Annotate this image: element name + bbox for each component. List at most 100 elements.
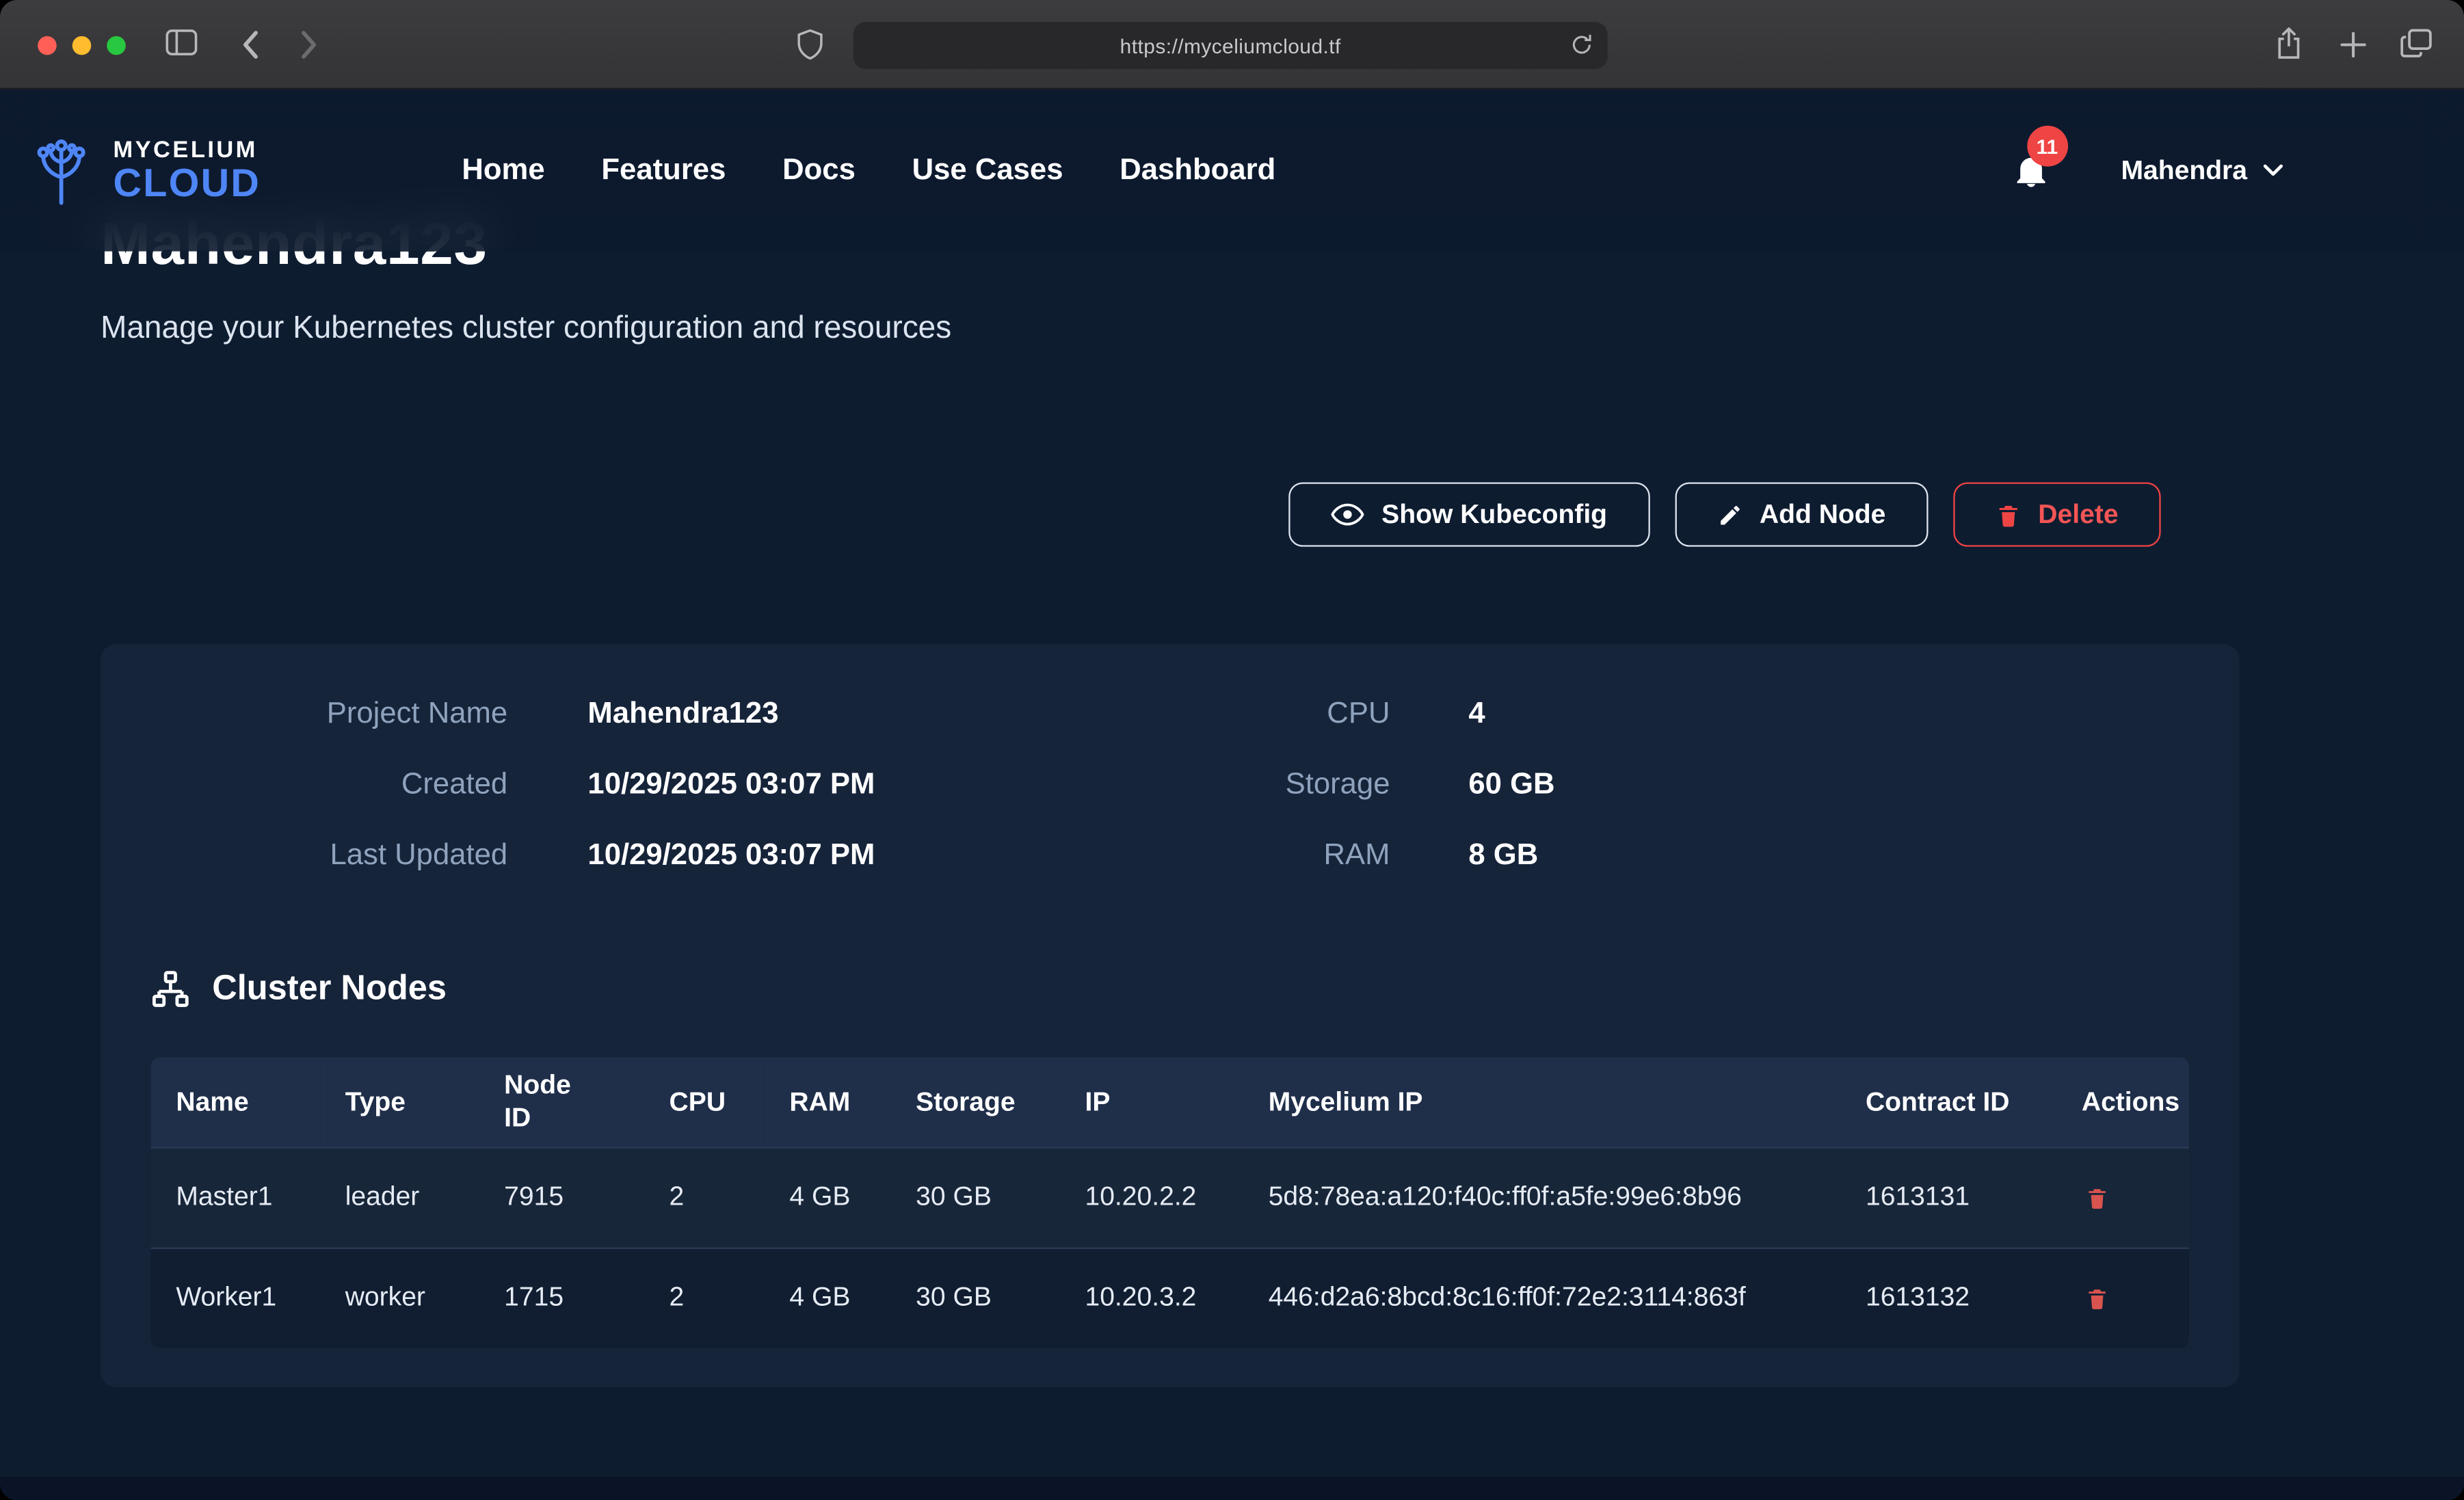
cell-storage: 30 GB	[890, 1248, 1059, 1348]
main-nav: Home Features Docs Use Cases Dashboard	[462, 153, 1275, 188]
cell-actions	[2056, 1147, 2189, 1247]
add-node-button[interactable]: Add Node	[1675, 482, 1929, 546]
tab-overview-icon[interactable]	[2400, 28, 2433, 58]
brand-name-bottom: CLOUD	[113, 164, 261, 203]
cell-cpu: 2	[644, 1147, 765, 1247]
delete-label: Delete	[2038, 499, 2118, 531]
cell-contract-id: 1613132	[1840, 1248, 2056, 1348]
detail-row: Project Name Mahendra123	[151, 691, 1170, 738]
cluster-nodes-icon	[151, 969, 190, 1008]
notifications-button[interactable]: 11	[2013, 152, 2049, 189]
nodes-table: Name Type Node ID CPU RAM Storage IP Myc…	[151, 1057, 2189, 1348]
cell-name: Master1	[151, 1147, 320, 1247]
nav-home[interactable]: Home	[462, 153, 544, 188]
detail-label: Last Updated	[151, 839, 508, 874]
table-row: Worker1 worker 1715 2 4 GB 30 GB 10.20.3…	[151, 1248, 2189, 1348]
detail-value: Mahendra123	[587, 697, 778, 732]
col-ip: IP	[1060, 1057, 1243, 1147]
detail-label: Created	[151, 768, 508, 803]
cell-mycelium-ip: 446:d2a6:8bcd:8c16:ff0f:72e2:3114:863f	[1243, 1248, 1840, 1348]
new-tab-icon[interactable]	[2340, 31, 2367, 58]
cell-contract-id: 1613131	[1840, 1147, 2056, 1247]
row-delete-button[interactable]	[2082, 1283, 2112, 1313]
col-node-id: Node ID	[479, 1057, 644, 1147]
brand-logo[interactable]: MYCELIUM CLOUD	[25, 134, 261, 206]
col-name: Name	[151, 1057, 320, 1147]
detail-label: RAM	[1170, 839, 1390, 874]
cell-storage: 30 GB	[890, 1147, 1059, 1247]
user-name: Mahendra	[2121, 155, 2247, 186]
detail-row: RAM 8 GB	[1170, 833, 2189, 880]
trash-icon	[2084, 1186, 2108, 1209]
cell-node-id: 7915	[479, 1147, 644, 1247]
table-header-row: Name Type Node ID CPU RAM Storage IP Myc…	[151, 1057, 2189, 1147]
cell-type: leader	[320, 1147, 479, 1247]
nav-dashboard[interactable]: Dashboard	[1120, 153, 1275, 188]
detail-value: 4	[1468, 697, 1485, 732]
url-text: https://myceliumcloud.tf	[1120, 34, 1341, 57]
brand-wordmark: MYCELIUM CLOUD	[113, 137, 261, 204]
cluster-nodes-title: Cluster Nodes	[212, 968, 447, 1009]
details-left: Project Name Mahendra123 Created 10/29/2…	[151, 691, 1170, 880]
cell-node-id: 1715	[479, 1248, 644, 1348]
cell-ram: 4 GB	[765, 1248, 891, 1348]
cluster-nodes-heading: Cluster Nodes	[151, 965, 2189, 1012]
web-page: Mahendra123 MYCELIUM	[0, 90, 2464, 1500]
delete-cluster-button[interactable]: Delete	[1953, 482, 2160, 546]
detail-row: Last Updated 10/29/2025 03:07 PM	[151, 833, 1170, 880]
privacy-shield-icon[interactable]	[795, 28, 825, 61]
page-footer-strip	[0, 1477, 2464, 1500]
browser-window: https://myceliumcloud.tf Mahendra123	[0, 0, 2464, 1500]
col-type: Type	[320, 1057, 479, 1147]
row-delete-button[interactable]	[2082, 1182, 2112, 1212]
col-actions: Actions	[2056, 1057, 2189, 1147]
table-row: Master1 leader 7915 2 4 GB 30 GB 10.20.2…	[151, 1147, 2189, 1247]
details-right: CPU 4 Storage 60 GB RAM 8 GB	[1170, 691, 2189, 880]
zoom-button[interactable]	[107, 36, 126, 55]
detail-value: 10/29/2025 03:07 PM	[587, 768, 875, 803]
chevron-down-icon	[2263, 163, 2283, 178]
detail-row: CPU 4	[1170, 691, 2189, 738]
show-kubeconfig-button[interactable]: Show Kubeconfig	[1289, 482, 1650, 546]
forward-button[interactable]	[300, 30, 319, 60]
col-storage: Storage	[890, 1057, 1059, 1147]
sidebar-toggle-button[interactable]	[165, 28, 198, 56]
browser-toolbar: https://myceliumcloud.tf	[0, 0, 2464, 90]
nav-docs[interactable]: Docs	[782, 153, 856, 188]
col-mycelium-ip: Mycelium IP	[1243, 1057, 1840, 1147]
add-node-label: Add Node	[1760, 499, 1885, 531]
col-cpu: CPU	[644, 1057, 765, 1147]
eye-icon	[1332, 503, 1364, 526]
back-button[interactable]	[241, 30, 260, 60]
cell-type: worker	[320, 1248, 479, 1348]
notification-badge: 11	[2027, 126, 2068, 167]
show-kubeconfig-label: Show Kubeconfig	[1381, 499, 1607, 531]
cluster-actions: Show Kubeconfig Add Node Delete	[101, 482, 2161, 546]
share-icon[interactable]	[2274, 25, 2304, 62]
address-bar[interactable]: https://myceliumcloud.tf	[853, 22, 1608, 69]
reload-icon[interactable]	[1570, 33, 1593, 56]
cell-name: Worker1	[151, 1248, 320, 1348]
detail-value: 10/29/2025 03:07 PM	[587, 839, 875, 874]
cell-ip: 10.20.2.2	[1060, 1147, 1243, 1247]
user-menu[interactable]: Mahendra	[2121, 155, 2283, 186]
page-subtitle: Manage your Kubernetes cluster configura…	[101, 311, 2239, 347]
col-contract-id: Contract ID	[1840, 1057, 2056, 1147]
nav-use-cases[interactable]: Use Cases	[912, 153, 1063, 188]
cell-mycelium-ip: 5d8:78ea:a120:f40c:ff0f:a5fe:99e6:8b96	[1243, 1147, 1840, 1247]
cluster-table-body: Master1 leader 7915 2 4 GB 30 GB 10.20.2…	[151, 1147, 2189, 1348]
brand-name-top: MYCELIUM	[113, 137, 261, 161]
cell-actions	[2056, 1248, 2189, 1348]
col-ram: RAM	[765, 1057, 891, 1147]
cell-ram: 4 GB	[765, 1147, 891, 1247]
detail-row: Storage 60 GB	[1170, 762, 2189, 809]
nav-features[interactable]: Features	[601, 153, 726, 188]
pencil-icon	[1717, 502, 1743, 527]
main-content: Manage your Kubernetes cluster configura…	[0, 90, 2464, 1387]
trash-icon	[1996, 502, 2021, 527]
close-button[interactable]	[38, 36, 57, 55]
cluster-card: Project Name Mahendra123 Created 10/29/2…	[101, 644, 2239, 1387]
minimize-button[interactable]	[72, 36, 92, 55]
detail-row: Created 10/29/2025 03:07 PM	[151, 762, 1170, 809]
header-right: 11 Mahendra	[2013, 152, 2283, 189]
